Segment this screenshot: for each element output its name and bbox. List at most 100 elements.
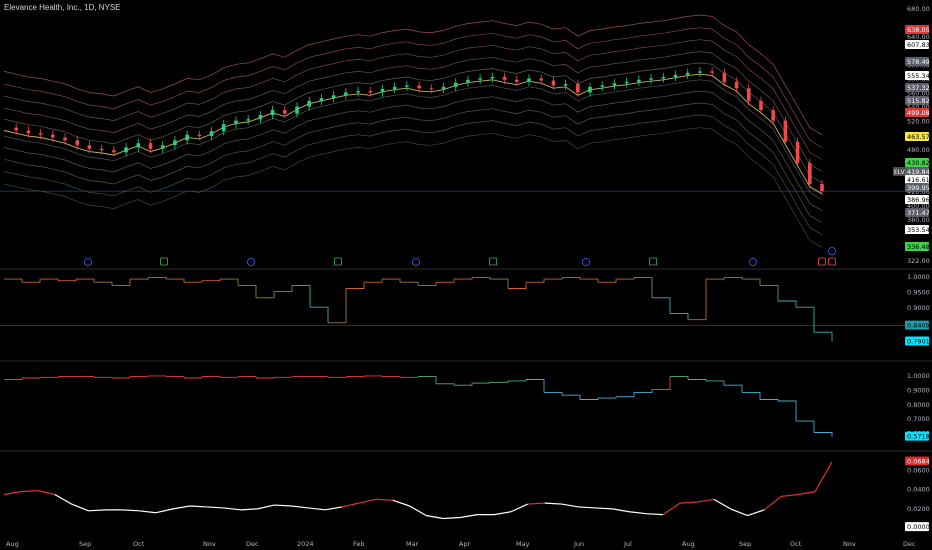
candle-body-55	[673, 74, 678, 77]
price-badge-2: 578.49	[907, 58, 930, 66]
pane3-seg-30	[493, 511, 512, 516]
pane1-seg-30	[526, 279, 545, 283]
event-marker-top	[828, 246, 837, 255]
pane1-seg-41	[724, 277, 743, 280]
chart-canvas[interactable]: 680.00640.00600.00580.00560.00540.00520.…	[0, 0, 932, 550]
candle-body-56	[685, 72, 690, 75]
pane3-seg-40	[662, 502, 681, 516]
pane2-seg-31	[544, 391, 563, 396]
event-marker-1	[160, 257, 168, 266]
pane1-seg-5	[76, 278, 95, 283]
pane2-tick-2: 0.8000	[907, 401, 930, 409]
pane1-seg-16	[274, 285, 293, 293]
price-band-0	[3, 14, 823, 136]
pane2-seg-1	[4, 378, 23, 380]
pane2-seg-19	[328, 376, 347, 378]
candle-body-53	[649, 78, 653, 80]
pane3-seg-17	[274, 504, 292, 507]
candle-body-40	[490, 76, 495, 79]
pane2-seg-16	[274, 376, 293, 378]
candle-body-66	[807, 162, 812, 184]
event-marker-5	[489, 257, 497, 266]
pane3-seg-5	[71, 503, 89, 512]
candle-body-27	[331, 95, 336, 99]
pane3-seg-1	[3, 491, 21, 496]
price-badge-4: 537.32	[907, 84, 930, 92]
pane2-seg-44	[778, 400, 797, 422]
pane1-seg-23	[400, 281, 419, 286]
candle-body-61	[746, 88, 751, 101]
pane3-seg-15	[240, 508, 258, 511]
pane1-seg-46	[814, 331, 833, 342]
ticker-badge: ELV	[894, 169, 905, 176]
candle-body-29	[356, 91, 360, 93]
candle-body-17	[209, 131, 214, 137]
pane1-seg-4	[58, 279, 77, 282]
candle-body-52	[637, 79, 641, 82]
pane3-seg-25	[409, 505, 427, 517]
pane3-seg-21	[341, 502, 359, 508]
price-badge-8: 430.82	[907, 159, 930, 167]
candle-body-22	[270, 110, 275, 115]
pane2-seg-46	[814, 432, 833, 437]
candle-body-45	[551, 80, 556, 86]
x-tick-label-15: Nov	[843, 540, 856, 548]
price-band-1	[3, 27, 823, 148]
candle-body-23	[283, 110, 287, 114]
pane1-seg-22	[382, 278, 401, 283]
pane1-seg-35	[616, 277, 635, 280]
pane3-seg-18	[291, 505, 309, 509]
price-mid-line	[3, 73, 823, 195]
pane1-seg-1	[4, 278, 23, 283]
price-badge-1: 607.83	[907, 41, 930, 49]
event-marker-2	[246, 257, 255, 266]
pane2-seg-32	[562, 394, 581, 400]
pane3-tick-1: 0.0400	[907, 486, 930, 494]
x-tick-label-12: Aug	[682, 540, 695, 548]
candle-body-11	[136, 143, 141, 148]
candle-body-15	[185, 134, 189, 141]
candle-body-64	[783, 120, 788, 142]
candle-body-24	[295, 106, 299, 114]
pane2-seg-42	[742, 391, 761, 400]
candle-body-3	[38, 133, 43, 135]
candle-body-60	[734, 81, 739, 89]
pane3-seg-10	[155, 508, 174, 514]
x-tick-label-0: Aug	[6, 540, 19, 548]
pane2-seg-37	[652, 376, 671, 390]
pane2-seg-25	[436, 383, 455, 386]
event-marker-7	[649, 257, 657, 266]
x-tick-label-7: Mar	[406, 540, 419, 548]
candle-body-46	[563, 84, 568, 86]
price-badge-14: 353.54	[907, 226, 930, 234]
candle-body-33	[405, 85, 409, 87]
candle-body-38	[466, 79, 470, 83]
pane3-badge-0: 0.0684	[907, 457, 930, 465]
pane3-seg-36	[595, 507, 613, 510]
price-band-8	[3, 114, 823, 236]
pane2-seg-2	[22, 377, 41, 379]
candle-body-41	[502, 76, 507, 80]
candle-body-16	[197, 134, 202, 137]
pane2-seg-38	[670, 376, 689, 380]
pane3-seg-34	[561, 503, 579, 508]
pane2-seg-34	[598, 396, 617, 399]
pane2-seg-29	[508, 379, 527, 382]
x-tick-label-9: May	[516, 540, 530, 548]
pane3-tick-2: 0.0200	[907, 505, 930, 513]
pane3-seg-27	[443, 516, 461, 520]
candle-body-5	[63, 137, 67, 141]
x-tick-label-5: 2024	[297, 540, 314, 548]
pane3-seg-19	[308, 507, 326, 511]
candle-body-44	[539, 78, 543, 81]
price-tick-label-8: 480.00	[907, 146, 930, 154]
candle-body-50	[612, 83, 617, 86]
pane3-seg-3	[37, 490, 55, 496]
candle-body-43	[527, 78, 531, 82]
pane3-seg-20	[324, 506, 343, 511]
price-badge-10: 416.61	[907, 176, 930, 184]
pane1-seg-18	[310, 306, 329, 323]
x-tick-label-6: Feb	[353, 540, 365, 548]
candle-body-37	[453, 82, 458, 87]
candle-body-7	[87, 145, 92, 149]
